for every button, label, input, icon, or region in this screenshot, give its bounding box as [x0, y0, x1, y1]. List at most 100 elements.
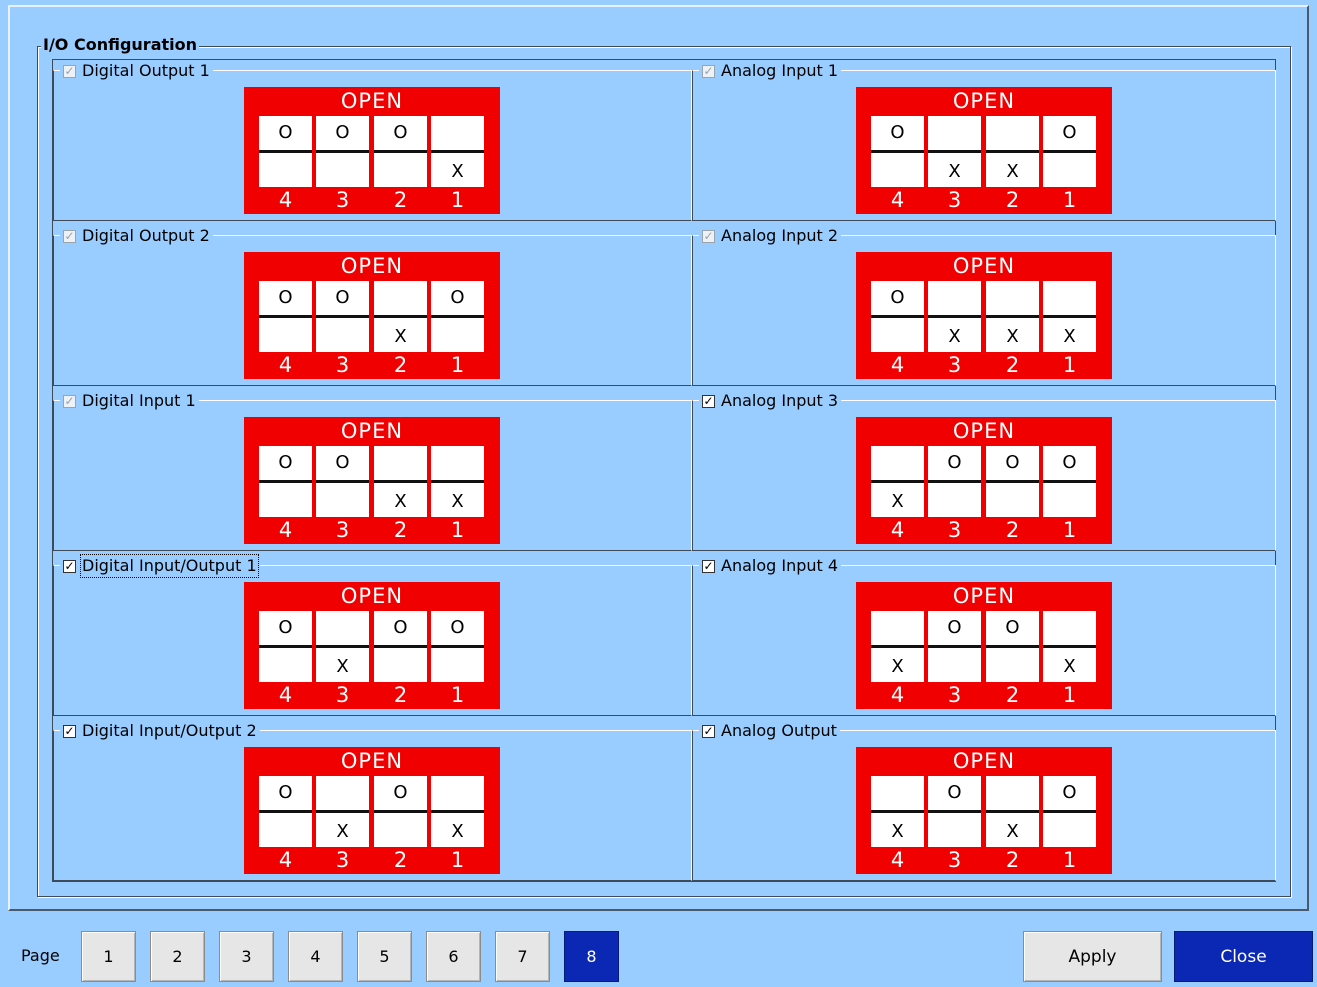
switch-state-mark: X — [336, 821, 349, 842]
dip-switch[interactable]: X — [1043, 281, 1096, 352]
dip-switch[interactable]: X — [431, 446, 484, 517]
dip-switch[interactable]: O — [259, 611, 312, 682]
dip-switch[interactable]: O — [431, 611, 484, 682]
checkbox-icon[interactable]: ✓ — [63, 229, 76, 243]
switch-number: 1 — [1062, 683, 1077, 707]
panel-checkbox[interactable]: ✓ Analog Input 1 — [699, 61, 842, 81]
panel-checkbox[interactable]: ✓ Digital Output 1 — [60, 61, 213, 81]
checkbox-icon[interactable]: ✓ — [702, 64, 715, 78]
checkbox-icon[interactable]: ✓ — [702, 559, 715, 573]
dip-switch[interactable]: O — [1043, 776, 1096, 847]
switch-number: 3 — [335, 848, 350, 872]
switch-number: 4 — [278, 353, 293, 377]
dip-switch[interactable]: X — [316, 776, 369, 847]
dip-open-label: OPEN — [952, 419, 1016, 443]
page-button[interactable]: 2 — [150, 931, 205, 982]
dip-switch[interactable]: O — [928, 446, 981, 517]
panel-checkbox[interactable]: ✓ Analog Output — [699, 721, 840, 741]
dip-switch[interactable]: O — [986, 446, 1039, 517]
dip-switch[interactable]: O — [1043, 116, 1096, 187]
switch-number: 1 — [1062, 353, 1077, 377]
dip-switch[interactable]: X — [431, 116, 484, 187]
page-button[interactable]: 3 — [219, 931, 274, 982]
panel-checkbox[interactable]: ✓ Digital Input/Output 1 — [60, 554, 260, 578]
dip-switch[interactable]: X — [928, 281, 981, 352]
dip-switch[interactable]: X — [316, 611, 369, 682]
panel-checkbox[interactable]: ✓ Digital Input/Output 2 — [60, 721, 260, 741]
switch-state-mark: O — [1005, 452, 1020, 473]
close-button[interactable]: Close — [1174, 931, 1313, 982]
dip-switch[interactable]: O — [871, 116, 924, 187]
dip-switch[interactable]: O — [316, 281, 369, 352]
switch-divider — [871, 810, 924, 813]
dip-switch[interactable]: X — [1043, 611, 1096, 682]
dip-switch[interactable]: X — [928, 116, 981, 187]
dip-switch[interactable]: X — [986, 776, 1039, 847]
panel-label: Digital Output 1 — [82, 61, 210, 80]
switch-divider — [1043, 645, 1096, 648]
dip-switch[interactable]: X — [871, 611, 924, 682]
switch-state-mark: O — [947, 782, 962, 803]
switch-state-mark: O — [890, 122, 905, 143]
dip-switch[interactable]: O — [259, 446, 312, 517]
dip-switch[interactable]: O — [374, 776, 427, 847]
checkbox-icon[interactable]: ✓ — [63, 64, 76, 78]
apply-button[interactable]: Apply — [1023, 931, 1162, 982]
dip-switch-block: OPEN O 4 O 3 O 2 X 1 — [244, 87, 500, 214]
panel-checkbox[interactable]: ✓ Analog Input 2 — [699, 226, 842, 246]
dip-switch[interactable]: O — [374, 611, 427, 682]
panel-checkbox[interactable]: ✓ Digital Output 2 — [60, 226, 213, 246]
switch-divider — [374, 150, 427, 153]
dip-switch[interactable]: O — [928, 611, 981, 682]
checkbox-icon[interactable]: ✓ — [63, 559, 76, 573]
dip-switch[interactable]: O — [374, 116, 427, 187]
panel-label: Analog Input 1 — [721, 61, 839, 80]
checkbox-icon[interactable]: ✓ — [702, 724, 715, 738]
switch-divider — [316, 150, 369, 153]
page-button[interactable]: 4 — [288, 931, 343, 982]
checkbox-icon[interactable]: ✓ — [63, 394, 76, 408]
switch-divider — [928, 480, 981, 483]
page-button[interactable]: 5 — [357, 931, 412, 982]
switch-number: 2 — [393, 353, 408, 377]
dip-switch[interactable]: O — [871, 281, 924, 352]
dip-switch[interactable]: X — [986, 116, 1039, 187]
dip-switch[interactable]: O — [316, 116, 369, 187]
dip-switch[interactable]: O — [1043, 446, 1096, 517]
switch-number: 1 — [450, 353, 465, 377]
dip-switch[interactable]: X — [871, 776, 924, 847]
dip-switch[interactable]: X — [374, 281, 427, 352]
dip-switch[interactable]: O — [431, 281, 484, 352]
dip-switch[interactable]: O — [316, 446, 369, 517]
dip-switch[interactable]: X — [871, 446, 924, 517]
dip-switch[interactable]: O — [259, 116, 312, 187]
checkbox-icon[interactable]: ✓ — [702, 229, 715, 243]
switch-number: 1 — [1062, 848, 1077, 872]
dip-switch[interactable]: O — [928, 776, 981, 847]
switch-divider — [259, 645, 312, 648]
dip-switch-block: OPEN O 4 X 3 O 2 X 1 — [244, 747, 500, 874]
dip-switch[interactable]: O — [259, 776, 312, 847]
page-button[interactable]: 6 — [426, 931, 481, 982]
checkbox-icon[interactable]: ✓ — [702, 394, 715, 408]
dip-switch[interactable]: O — [259, 281, 312, 352]
dip-switch[interactable]: X — [986, 281, 1039, 352]
dip-switch[interactable]: O — [986, 611, 1039, 682]
checkbox-icon[interactable]: ✓ — [63, 724, 76, 738]
switch-number: 2 — [393, 518, 408, 542]
dip-switch[interactable]: X — [431, 776, 484, 847]
panel-checkbox[interactable]: ✓ Analog Input 4 — [699, 556, 842, 576]
page-button[interactable]: 8 — [564, 931, 619, 982]
panel-label: Analog Input 4 — [721, 556, 839, 575]
switch-divider — [374, 645, 427, 648]
switch-divider — [928, 645, 981, 648]
panel-checkbox[interactable]: ✓ Analog Input 3 — [699, 391, 842, 411]
page-button[interactable]: 1 — [81, 931, 136, 982]
page-button[interactable]: 7 — [495, 931, 550, 982]
switch-state-mark: O — [450, 287, 465, 308]
dip-switch[interactable]: X — [374, 446, 427, 517]
panel-checkbox[interactable]: ✓ Digital Input 1 — [60, 391, 199, 411]
switch-divider — [928, 150, 981, 153]
switch-state-mark: O — [1005, 617, 1020, 638]
switch-divider — [431, 480, 484, 483]
